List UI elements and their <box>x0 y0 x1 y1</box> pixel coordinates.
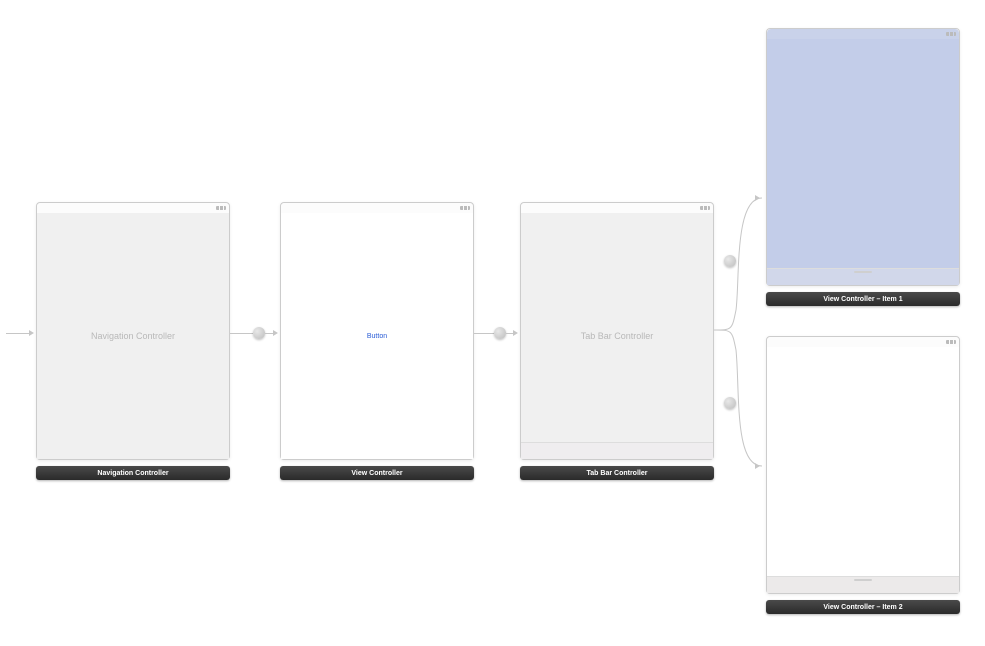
tab-bar-stub <box>767 268 959 285</box>
window-controls-icon <box>700 206 710 210</box>
scene-title-bar[interactable]: Tab Bar Controller <box>520 466 714 480</box>
scene-frame: Tab Bar Controller <box>520 202 714 460</box>
window-controls-icon <box>946 340 956 344</box>
scene-body: Navigation Controller <box>37 213 229 459</box>
scene-view-controller-item1[interactable]: View Controller – Item 1 <box>766 28 960 286</box>
segue-line <box>474 333 494 334</box>
segue-arrowhead-icon <box>755 195 760 201</box>
tab-bar-stub <box>767 576 959 593</box>
segue-node-icon[interactable] <box>724 397 736 409</box>
segue-arrow-item2 <box>756 459 764 473</box>
window-controls-icon <box>216 206 226 210</box>
scene-placeholder-label: Tab Bar Controller <box>521 213 713 459</box>
scene-title-bar[interactable]: Navigation Controller <box>36 466 230 480</box>
window-controls-icon <box>946 32 956 36</box>
scene-title: View Controller – Item 2 <box>823 604 902 611</box>
storyboard-canvas[interactable]: Navigation Controller Navigation Control… <box>0 0 985 646</box>
scene-title: Tab Bar Controller <box>587 470 648 477</box>
segue-curves <box>714 190 762 480</box>
button-label: Button <box>367 333 387 340</box>
scene-body: Button <box>281 213 473 459</box>
segue-line <box>6 333 30 334</box>
scene-title-bar[interactable]: View Controller – Item 2 <box>766 600 960 614</box>
scene-title: View Controller – Item 1 <box>823 296 902 303</box>
window-controls-icon <box>460 206 470 210</box>
scene-frame: Button <box>280 202 474 460</box>
button-element[interactable]: Button <box>281 213 473 459</box>
tab-indicator-icon <box>854 271 872 273</box>
segue-node-icon[interactable] <box>494 327 506 339</box>
scene-title: View Controller <box>351 470 402 477</box>
segue-node-icon[interactable] <box>724 255 736 267</box>
scene-frame <box>766 336 960 594</box>
segue-node-icon[interactable] <box>253 327 265 339</box>
initial-segue-arrow[interactable] <box>6 326 34 340</box>
segue-node-to-item2[interactable] <box>724 396 736 410</box>
segue-arrowhead-icon <box>29 330 34 336</box>
segue-arrowhead-icon <box>273 330 278 336</box>
scene-body: Tab Bar Controller <box>521 213 713 459</box>
scene-view-controller[interactable]: Button View Controller <box>280 202 474 460</box>
scene-title-bar[interactable]: View Controller – Item 1 <box>766 292 960 306</box>
scene-title: Navigation Controller <box>97 470 168 477</box>
segue-vc-to-tab[interactable] <box>474 326 518 340</box>
scene-placeholder-label: Navigation Controller <box>37 213 229 459</box>
tab-bar-stub <box>521 442 713 459</box>
scene-body <box>767 39 959 285</box>
tab-indicator-icon <box>854 579 872 581</box>
scene-view-controller-item2[interactable]: View Controller – Item 2 <box>766 336 960 594</box>
segue-arrowhead-icon <box>513 330 518 336</box>
segue-arrowhead-icon <box>755 463 760 469</box>
scene-tab-bar-controller[interactable]: Tab Bar Controller Tab Bar Controller <box>520 202 714 460</box>
segue-nav-to-vc[interactable] <box>230 326 278 340</box>
segue-arrow-item1 <box>756 191 764 205</box>
segue-node-to-item1[interactable] <box>724 254 736 268</box>
scene-title-bar[interactable]: View Controller <box>280 466 474 480</box>
segue-line <box>230 333 253 334</box>
scene-frame <box>766 28 960 286</box>
scene-frame: Navigation Controller <box>36 202 230 460</box>
scene-navigation-controller[interactable]: Navigation Controller Navigation Control… <box>36 202 230 460</box>
scene-body <box>767 347 959 593</box>
